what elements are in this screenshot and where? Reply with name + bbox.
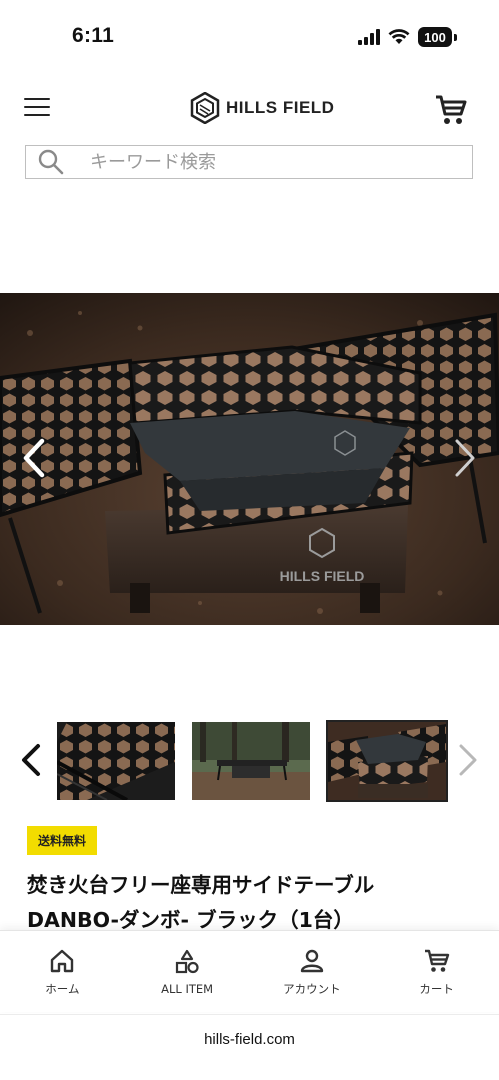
cart-icon	[424, 949, 449, 972]
menu-line	[24, 106, 50, 108]
hero-watermark-text: HILLS FIELD	[280, 568, 365, 584]
nav-all-item-label: ALL ITEM	[161, 981, 214, 996]
nav-account-label: アカウント	[283, 981, 341, 996]
thumbnail-1[interactable]	[57, 722, 175, 800]
thumb-prev-arrow-icon[interactable]	[16, 740, 46, 780]
logo-text: HILLS FIELD	[226, 98, 335, 117]
home-icon	[51, 949, 74, 972]
thumbnail-image	[57, 722, 175, 800]
hero-prev-arrow-icon[interactable]	[14, 433, 54, 483]
thumbnail-3[interactable]	[326, 720, 448, 802]
site-logo[interactable]: HILLS FIELD	[190, 92, 334, 124]
page: 6:11 100 HILLS FIELD キーワード検索 HILLS FIELD…	[0, 0, 499, 1080]
thumbnail-2[interactable]	[192, 722, 310, 800]
nav-all-item[interactable]: ALL ITEM	[125, 931, 250, 1012]
free-shipping-badge: 送料無料	[27, 826, 98, 855]
product-photo: HILLS FIELD	[0, 293, 499, 625]
nav-home[interactable]: ホーム	[0, 931, 125, 1012]
battery-indicator: 100	[418, 27, 452, 47]
menu-line	[24, 114, 50, 116]
hexagon-logo-icon	[190, 92, 220, 124]
hero-next-arrow-icon[interactable]	[445, 433, 485, 483]
battery-tip	[454, 33, 457, 41]
header-cart-button[interactable]	[433, 92, 469, 128]
nav-cart-label: カート	[419, 981, 454, 996]
search-box	[25, 145, 473, 179]
menu-line	[24, 98, 50, 100]
cart-icon	[436, 95, 467, 124]
thumb-next-arrow-icon[interactable]	[453, 740, 483, 780]
browser-url-bar[interactable]: hills-field.com	[0, 1014, 499, 1080]
nav-account[interactable]: アカウント	[250, 931, 375, 1012]
wifi-icon	[388, 29, 410, 44]
url-text: hills-field.com	[204, 1031, 295, 1048]
site-header: HILLS FIELD	[0, 88, 499, 136]
nav-cart[interactable]: カート	[374, 931, 499, 1012]
signal-icon	[358, 29, 380, 45]
status-bar: 6:11 100	[0, 0, 499, 70]
status-icons: 100	[358, 27, 457, 47]
person-icon	[300, 949, 324, 972]
hamburger-menu-button[interactable]	[24, 98, 50, 120]
product-title: 焚き火台フリー座専用サイドテーブル DANBO-ダンボ- ブラック（1台）	[27, 873, 375, 932]
product-main-image[interactable]: HILLS FIELD	[0, 293, 499, 625]
status-time: 6:11	[72, 24, 115, 47]
search-icon[interactable]	[36, 147, 66, 177]
shapes-icon	[176, 949, 199, 973]
thumbnail-carousel	[0, 718, 499, 802]
thumbnail-image	[328, 722, 446, 800]
search-input[interactable]	[90, 151, 450, 173]
thumbnail-image	[192, 722, 310, 800]
nav-home-label: ホーム	[45, 981, 80, 996]
bottom-navigation: ホーム ALL ITEM アカウント カート	[0, 930, 499, 1012]
